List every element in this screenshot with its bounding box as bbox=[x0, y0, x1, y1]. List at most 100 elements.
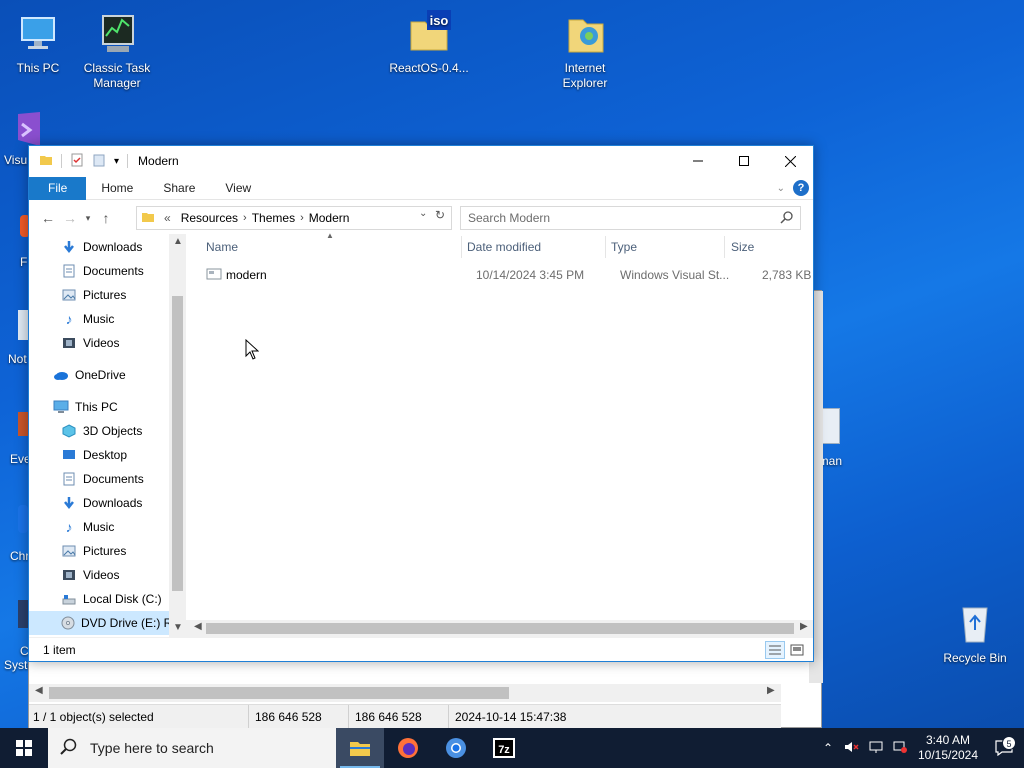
file-row[interactable]: modern 10/14/2024 3:45 PM Windows Visual… bbox=[204, 264, 811, 286]
picture-icon bbox=[61, 543, 77, 559]
scroll-left-icon[interactable]: ◀ bbox=[35, 685, 43, 696]
large-icons-view-button[interactable] bbox=[787, 641, 807, 659]
sidebar-item-downloads[interactable]: Downloads 📌 bbox=[61, 235, 142, 259]
sidebar-item-local-disk[interactable]: Local Disk (C:) bbox=[61, 587, 162, 611]
network-alert-icon[interactable] bbox=[888, 740, 912, 757]
sidebar-item-this-pc[interactable]: This PC bbox=[53, 395, 118, 419]
sidebar-item-music[interactable]: ♪ Music bbox=[61, 307, 115, 331]
clock[interactable]: 3:40 AM 10/15/2024 bbox=[912, 733, 984, 763]
title-bar[interactable]: ▾ Modern bbox=[29, 146, 813, 176]
windows-logo-icon bbox=[16, 740, 32, 756]
partial-icon-chrome[interactable]: Chr bbox=[10, 505, 29, 563]
search-input[interactable]: Search Modern bbox=[460, 206, 801, 230]
scroll-down-icon[interactable]: ▼ bbox=[173, 622, 183, 633]
maximize-button[interactable] bbox=[721, 146, 767, 176]
taskbar-firefox[interactable] bbox=[384, 728, 432, 768]
column-header-type[interactable]: Type bbox=[611, 240, 637, 254]
sidebar-item-onedrive[interactable]: OneDrive bbox=[53, 363, 126, 387]
breadcrumb-overflow[interactable]: « bbox=[159, 211, 176, 225]
expand-ribbon-chevron-icon[interactable]: ⌄ bbox=[777, 183, 785, 194]
desktop-icon-recycle-bin[interactable]: Recycle Bin bbox=[935, 600, 1015, 666]
scroll-thumb[interactable] bbox=[206, 623, 794, 634]
sidebar-item-pictures-pc[interactable]: Pictures bbox=[61, 539, 126, 563]
taskbar-search-input[interactable]: Type here to search bbox=[48, 728, 336, 768]
desktop-icon-this-pc[interactable]: This PC bbox=[0, 10, 78, 76]
recent-locations-chevron-icon[interactable]: ▾ bbox=[81, 213, 95, 224]
scroll-left-icon[interactable]: ◀ bbox=[194, 621, 202, 632]
refresh-icon[interactable]: ↻ bbox=[431, 208, 449, 222]
tab-view[interactable]: View bbox=[210, 177, 266, 200]
desktop-icon-internet-explorer[interactable]: Internet Explorer bbox=[545, 10, 625, 91]
desktop-icon-classic-task-manager[interactable]: Classic Task Manager bbox=[77, 10, 157, 91]
properties-icon[interactable] bbox=[70, 153, 84, 170]
taskbar-7zip[interactable]: 7z bbox=[480, 728, 528, 768]
tab-share[interactable]: Share bbox=[148, 177, 210, 200]
firefox-icon bbox=[398, 738, 418, 758]
up-arrow-icon[interactable]: ↑ bbox=[95, 210, 117, 226]
column-divider[interactable] bbox=[605, 236, 606, 258]
status-packed-size: 186 646 528 bbox=[349, 705, 449, 728]
sidebar-item-videos-pc[interactable]: Videos bbox=[61, 563, 119, 587]
task-manager-icon bbox=[93, 10, 141, 58]
start-button[interactable] bbox=[0, 728, 48, 768]
scroll-right-icon[interactable]: ▶ bbox=[767, 685, 775, 696]
minimize-button[interactable] bbox=[675, 146, 721, 176]
system-tray: ⌃ 3:40 AM 10/15/2024 5 bbox=[816, 728, 1024, 768]
sidebar-item-documents[interactable]: Documents 📌 bbox=[61, 259, 144, 283]
sidebar-item-downloads-pc[interactable]: Downloads bbox=[61, 491, 142, 515]
volume-muted-icon[interactable] bbox=[840, 740, 864, 757]
file-list-horizontal-scrollbar[interactable]: ◀ ▶ bbox=[186, 620, 813, 637]
background-horizontal-scrollbar[interactable]: ◀ ▶ bbox=[29, 684, 781, 702]
breadcrumb-resources[interactable]: Resources bbox=[176, 211, 243, 225]
video-icon bbox=[61, 567, 77, 583]
sidebar-item-videos[interactable]: Videos bbox=[61, 331, 119, 355]
forward-arrow-icon[interactable]: → bbox=[59, 210, 81, 226]
navigation-pane-scrollbar[interactable]: ▲ ▼ bbox=[169, 234, 186, 637]
scroll-right-icon[interactable]: ▶ bbox=[800, 621, 808, 632]
tab-file[interactable]: File bbox=[29, 176, 87, 200]
minimize-icon bbox=[693, 160, 703, 162]
sidebar-item-desktop[interactable]: Desktop bbox=[61, 443, 127, 467]
taskbar-file-explorer[interactable] bbox=[336, 728, 384, 768]
status-selected: 1 / 1 object(s) selected bbox=[29, 705, 249, 728]
file-name: modern bbox=[226, 268, 267, 282]
view-switcher bbox=[765, 641, 807, 659]
column-header-name[interactable]: Name bbox=[206, 240, 238, 254]
taskbar: Type here to search 7z ⌃ 3:40 AM 10/15/2… bbox=[0, 728, 1024, 768]
dvd-icon bbox=[61, 615, 75, 631]
new-folder-icon[interactable] bbox=[92, 153, 106, 170]
download-icon bbox=[61, 239, 77, 255]
column-divider[interactable] bbox=[724, 236, 725, 258]
taskbar-search-placeholder: Type here to search bbox=[90, 740, 214, 756]
sidebar-item-music-pc[interactable]: ♪ Music bbox=[61, 515, 115, 539]
sidebar-item-pictures[interactable]: Pictures 📌 bbox=[61, 283, 126, 307]
address-dropdown-icon[interactable]: ⌄ bbox=[419, 208, 427, 219]
column-header-size[interactable]: Size bbox=[731, 240, 754, 254]
show-hidden-icons-chevron-icon[interactable]: ⌃ bbox=[816, 741, 840, 755]
address-bar[interactable]: « Resources › Themes › Modern bbox=[136, 206, 452, 230]
details-view-button[interactable] bbox=[765, 641, 785, 659]
sidebar-item-documents-pc[interactable]: Documents bbox=[61, 467, 144, 491]
column-header-date-modified[interactable]: Date modified bbox=[467, 240, 541, 254]
sidebar-item-3d-objects[interactable]: 3D Objects bbox=[61, 419, 142, 443]
sidebar-item-dvd-drive[interactable]: DVD Drive (E:) Re bbox=[29, 611, 179, 635]
help-icon[interactable]: ? bbox=[793, 180, 809, 196]
breadcrumb-themes[interactable]: Themes bbox=[247, 211, 300, 225]
action-center-button[interactable]: 5 bbox=[984, 736, 1024, 756]
scroll-thumb[interactable] bbox=[172, 296, 183, 591]
customize-toolbar-chevron-icon[interactable]: ▾ bbox=[114, 156, 119, 167]
network-icon[interactable] bbox=[864, 740, 888, 757]
breadcrumb-modern[interactable]: Modern bbox=[304, 211, 355, 225]
desktop-icon-reactos-iso[interactable]: iso ReactOS-0.4... bbox=[389, 10, 469, 76]
scroll-up-icon[interactable]: ▲ bbox=[173, 236, 183, 247]
window-controls bbox=[675, 146, 813, 176]
window-title: Modern bbox=[138, 154, 179, 168]
close-button[interactable] bbox=[767, 146, 813, 176]
scroll-thumb[interactable] bbox=[49, 687, 509, 699]
taskbar-chrome[interactable] bbox=[432, 728, 480, 768]
back-arrow-icon[interactable]: ← bbox=[37, 210, 59, 226]
file-explorer-window[interactable]: ▾ Modern File Home Share View ⌄ ? ← → ▾ … bbox=[28, 145, 814, 662]
column-divider[interactable] bbox=[461, 236, 462, 258]
tab-home[interactable]: Home bbox=[86, 177, 148, 200]
chrome-icon bbox=[446, 738, 466, 758]
